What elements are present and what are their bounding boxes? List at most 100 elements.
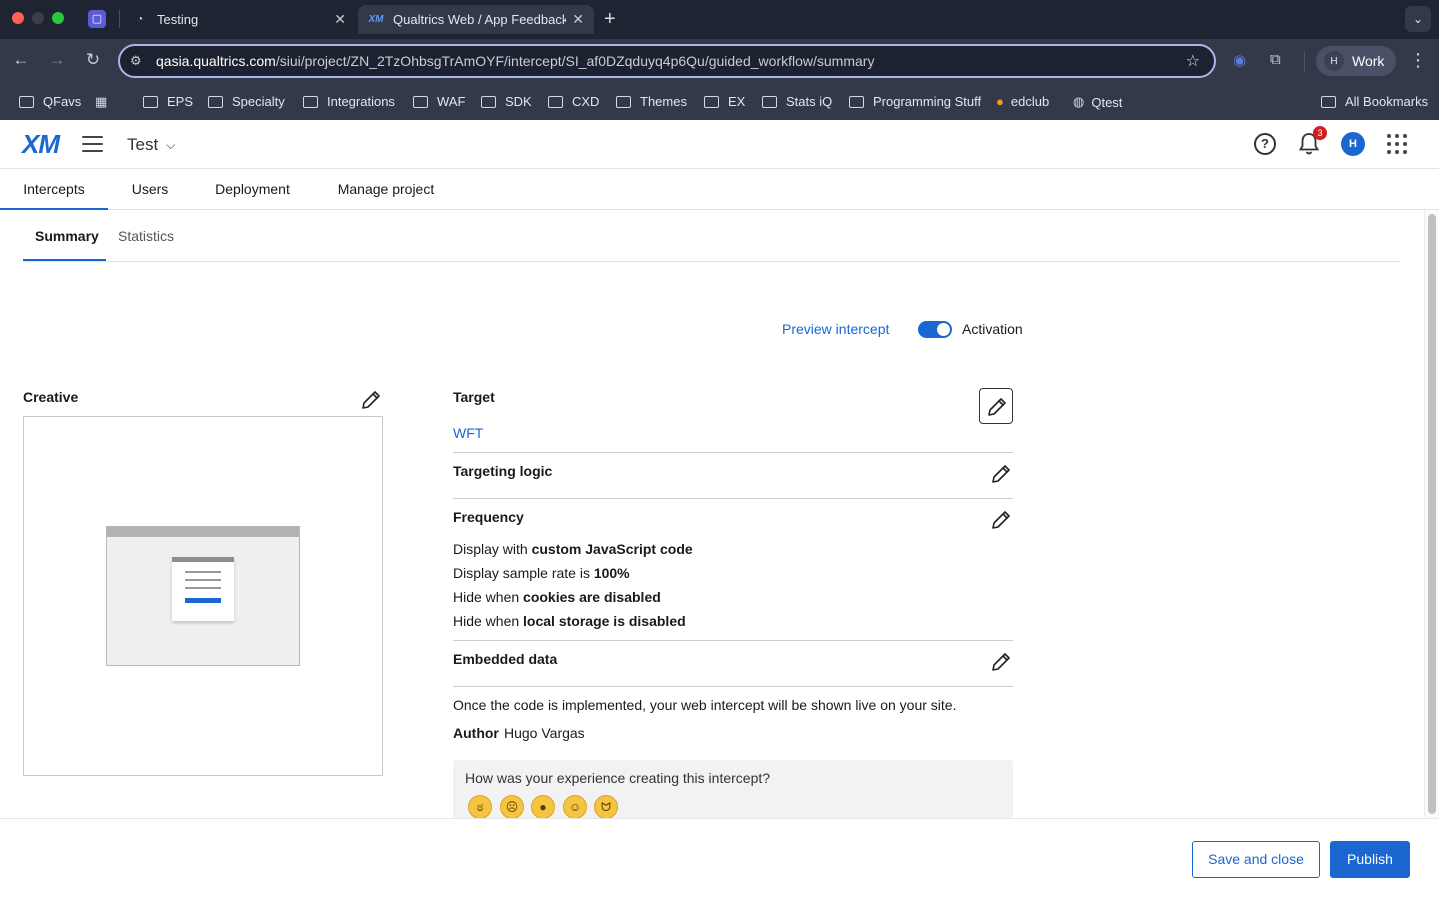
frequency-rule: Hide when local storage is disabled <box>453 613 686 629</box>
bookmark-star-icon[interactable]: ☆ <box>1186 51 1200 71</box>
preview-intercept-link[interactable]: Preview intercept <box>782 321 889 337</box>
xm-favicon: XM <box>368 14 384 25</box>
section-divider <box>453 498 1013 499</box>
tab-separator <box>119 10 120 28</box>
minimize-window-button[interactable] <box>32 12 44 24</box>
bookmark-label: All Bookmarks <box>1345 94 1429 109</box>
targeting-logic-heading: Targeting logic <box>453 463 553 479</box>
creative-thumbnail <box>106 526 300 666</box>
scrollbar-thumb[interactable] <box>1428 214 1436 814</box>
bookmark-eps[interactable]: EPS <box>143 94 193 109</box>
edit-frequency-pencil-icon[interactable] <box>990 509 1012 531</box>
close-tab-icon[interactable]: ✕ <box>334 11 346 28</box>
bookmark-label: Stats iQ <box>786 94 833 109</box>
folder-icon <box>303 95 318 108</box>
publish-button[interactable]: Publish <box>1330 841 1410 878</box>
close-window-button[interactable] <box>12 12 24 24</box>
bookmark-themes[interactable]: Themes <box>616 94 687 109</box>
tab-users[interactable]: Users <box>120 169 180 210</box>
target-value-link[interactable]: WFT <box>453 425 483 441</box>
author-label: Author <box>453 725 499 741</box>
very-satisfied-emoji[interactable]: ᗢ <box>594 795 618 818</box>
section-divider <box>453 640 1013 641</box>
bookmarks-bar: QFavs ▦ EPS Specialty Integrations WAF S… <box>0 84 1439 120</box>
tab-manage-project[interactable]: Manage project <box>330 169 442 210</box>
new-tab-icon[interactable]: + <box>604 8 616 31</box>
bookmark-ex[interactable]: EX <box>704 94 745 109</box>
browser-tab-qualtrics[interactable]: XM Qualtrics Web / App Feedback ✕ <box>358 5 594 34</box>
edit-embedded-data-pencil-icon[interactable] <box>990 651 1012 673</box>
notification-badge: 3 <box>1313 126 1327 140</box>
bookmark-cxd[interactable]: CXD <box>548 94 599 109</box>
bookmark-label: QFavs <box>43 94 82 109</box>
bookmark-specialty[interactable]: Specialty <box>208 94 285 109</box>
toolbar-divider <box>1304 52 1305 72</box>
hamburger-menu-icon[interactable] <box>82 136 103 152</box>
bookmark-stats-iq[interactable]: Stats iQ <box>762 94 832 109</box>
activation-toggle[interactable] <box>918 321 952 338</box>
creative-preview[interactable] <box>23 416 383 776</box>
tab-intercepts[interactable]: Intercepts <box>0 169 108 210</box>
neutral-emoji[interactable]: ● <box>531 795 555 818</box>
reload-icon[interactable]: ↻ <box>82 50 104 70</box>
bookmark-qtest[interactable]: ◍ Qtest <box>1073 94 1122 110</box>
back-arrow-icon[interactable]: ← <box>10 50 32 70</box>
bookmark-programming-stuff[interactable]: Programming Stuff <box>849 94 981 109</box>
help-icon[interactable]: ? <box>1254 133 1276 155</box>
browser-tab-testing[interactable]: ◔ Testing ✕ <box>122 5 356 34</box>
xm-logo[interactable]: XM <box>22 129 60 160</box>
profile-button[interactable]: H Work <box>1316 46 1396 76</box>
bookmark-label: Programming Stuff <box>873 94 982 109</box>
chevron-down-icon: ⌵ <box>166 137 176 152</box>
folder-icon <box>1321 95 1336 108</box>
folder-icon <box>481 95 496 108</box>
edclub-icon: ● <box>996 94 1004 109</box>
site-settings-icon[interactable]: ⚙ <box>130 53 146 69</box>
pinned-tab-icon[interactable]: ▢ <box>88 10 106 28</box>
address-bar[interactable]: ⚙ qasia.qualtrics.com/siui/project/ZN_2T… <box>118 44 1216 78</box>
tab-search-icon[interactable]: ⌄ <box>1405 6 1431 32</box>
subtab-statistics[interactable]: Statistics <box>118 228 174 244</box>
bookmark-integrations[interactable]: Integrations <box>303 94 395 109</box>
browser-menu-icon[interactable]: ⋮ <box>1409 50 1427 71</box>
bookmark-edclub[interactable]: ● edclub <box>996 94 1049 109</box>
bookmark-label: CXD <box>572 94 600 109</box>
frequency-rule: Display with custom JavaScript code <box>453 541 693 557</box>
extensions-puzzle-icon[interactable]: ⧉ <box>1270 51 1281 68</box>
bookmark-sdk[interactable]: SDK <box>481 94 532 109</box>
url-text[interactable]: qasia.qualtrics.com/siui/project/ZN_2TzO… <box>156 53 874 69</box>
extension-incognito-icon[interactable]: ◉ <box>1233 51 1246 69</box>
section-divider <box>453 452 1013 453</box>
bookmark-label: Specialty <box>232 94 285 109</box>
app-switcher-grid-icon[interactable] <box>1387 134 1407 154</box>
all-bookmarks[interactable]: All Bookmarks <box>1321 94 1428 109</box>
edit-creative-pencil-icon[interactable] <box>360 389 382 411</box>
subtab-summary[interactable]: Summary <box>35 228 99 244</box>
toggle-knob <box>937 323 950 336</box>
bookmark-qfavs[interactable]: QFavs <box>19 94 81 109</box>
very-dissatisfied-emoji[interactable]: ಠ <box>468 795 492 818</box>
tab-title: Testing <box>157 12 199 27</box>
save-and-close-button[interactable]: Save and close <box>1192 841 1320 878</box>
tab-deployment[interactable]: Deployment <box>205 169 300 210</box>
satisfied-emoji[interactable]: ☺ <box>563 795 587 818</box>
edit-target-button[interactable] <box>979 388 1013 424</box>
tab-title: Qualtrics Web / App Feedback <box>393 12 567 27</box>
bookmark-waf[interactable]: WAF <box>413 94 465 109</box>
folder-icon <box>849 95 864 108</box>
apps-grid-icon[interactable]: ▦ <box>95 94 114 110</box>
frequency-rule: Display sample rate is 100% <box>453 565 630 581</box>
bookmark-label: EPS <box>167 94 194 109</box>
user-avatar[interactable]: H <box>1341 132 1365 156</box>
edit-targeting-logic-pencil-icon[interactable] <box>990 463 1012 485</box>
close-tab-icon[interactable]: ✕ <box>572 11 584 28</box>
maximize-window-button[interactable] <box>52 12 64 24</box>
pencil-icon <box>988 398 1006 416</box>
scrollbar[interactable] <box>1424 210 1439 818</box>
globe-icon: ◔ <box>136 14 144 25</box>
folder-icon <box>143 95 158 108</box>
forward-arrow-icon[interactable]: → <box>46 50 68 70</box>
project-switcher[interactable]: Test ⌵ <box>127 135 175 155</box>
bookmark-label: Qtest <box>1091 94 1123 110</box>
dissatisfied-emoji[interactable]: ☹ <box>500 795 524 818</box>
